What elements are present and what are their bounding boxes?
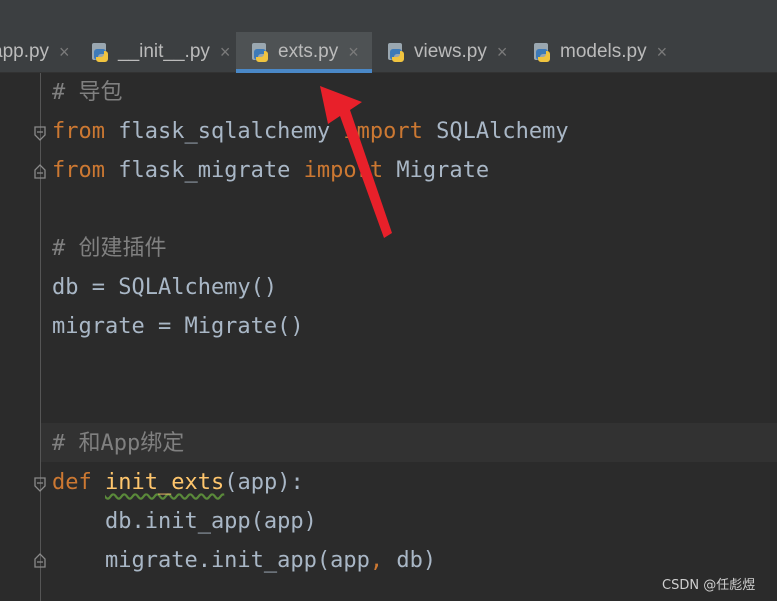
tab-app-py[interactable]: app.py × xyxy=(0,32,74,72)
close-icon[interactable]: × xyxy=(220,42,231,63)
gutter-separator xyxy=(40,73,41,601)
code-text: migrate.init_app(app xyxy=(52,548,370,573)
close-icon[interactable]: × xyxy=(59,42,70,63)
python-file-icon xyxy=(252,43,268,62)
tab-init-py[interactable]: __init__.py × xyxy=(82,32,234,72)
module-name: flask_sqlalchemy xyxy=(104,119,344,144)
keyword: import xyxy=(303,158,384,183)
python-file-icon xyxy=(388,43,404,62)
fold-marker-icon[interactable] xyxy=(33,125,47,141)
close-icon[interactable]: × xyxy=(497,42,508,63)
import-name: Migrate xyxy=(383,158,490,183)
watermark: CSDN @任彪煜 xyxy=(662,578,756,593)
import-name: SQLAlchemy xyxy=(422,119,569,144)
editor-tab-bar: app.py × __init__.py × exts.py × views.p… xyxy=(0,32,777,73)
tab-label: exts.py xyxy=(278,41,339,62)
fold-marker-icon[interactable] xyxy=(33,553,47,569)
function-params: (app): xyxy=(224,470,304,495)
code-line-2: from flask_sqlalchemy import SQLAlchemy xyxy=(52,112,569,151)
keyword: import xyxy=(343,119,423,144)
module-name: flask_migrate xyxy=(104,158,304,183)
keyword: from xyxy=(52,158,105,183)
keyword: from xyxy=(52,119,105,144)
tab-label: app.py xyxy=(0,41,50,62)
fold-marker-icon[interactable] xyxy=(33,476,47,492)
python-file-icon xyxy=(92,43,108,62)
title-bar xyxy=(0,0,777,33)
keyword: def xyxy=(52,470,92,495)
code-line-7: migrate = Migrate() xyxy=(52,314,304,339)
code-text: db) xyxy=(383,548,437,573)
close-icon[interactable]: × xyxy=(657,42,668,63)
tab-models-py[interactable]: models.py × xyxy=(524,32,684,72)
close-icon[interactable]: × xyxy=(348,42,359,63)
tab-views-py[interactable]: views.py × xyxy=(378,32,518,72)
python-file-icon xyxy=(534,43,550,62)
tab-label: models.py xyxy=(560,41,647,62)
code-line-10: # 和App绑定 xyxy=(52,431,185,456)
code-line-5: # 创建插件 xyxy=(52,236,167,261)
code-line-6: db = SQLAlchemy() xyxy=(52,275,278,300)
tab-label: views.py xyxy=(414,41,487,62)
tab-exts-py[interactable]: exts.py × xyxy=(236,32,372,73)
code-line-13: migrate.init_app(app, db) xyxy=(52,541,436,580)
tab-label: __init__.py xyxy=(118,41,210,62)
comma-token: , xyxy=(369,548,384,573)
code-line-3: from flask_migrate import Migrate xyxy=(52,151,489,190)
code-line-11: def init_exts(app): xyxy=(52,463,304,502)
fold-marker-icon[interactable] xyxy=(33,164,47,180)
code-editor[interactable]: # 导包 from flask_sqlalchemy import SQLAlc… xyxy=(0,73,777,601)
code-line-12: db.init_app(app) xyxy=(52,509,317,534)
function-name: init_exts xyxy=(105,470,225,495)
code-line-1: # 导包 xyxy=(52,80,123,105)
